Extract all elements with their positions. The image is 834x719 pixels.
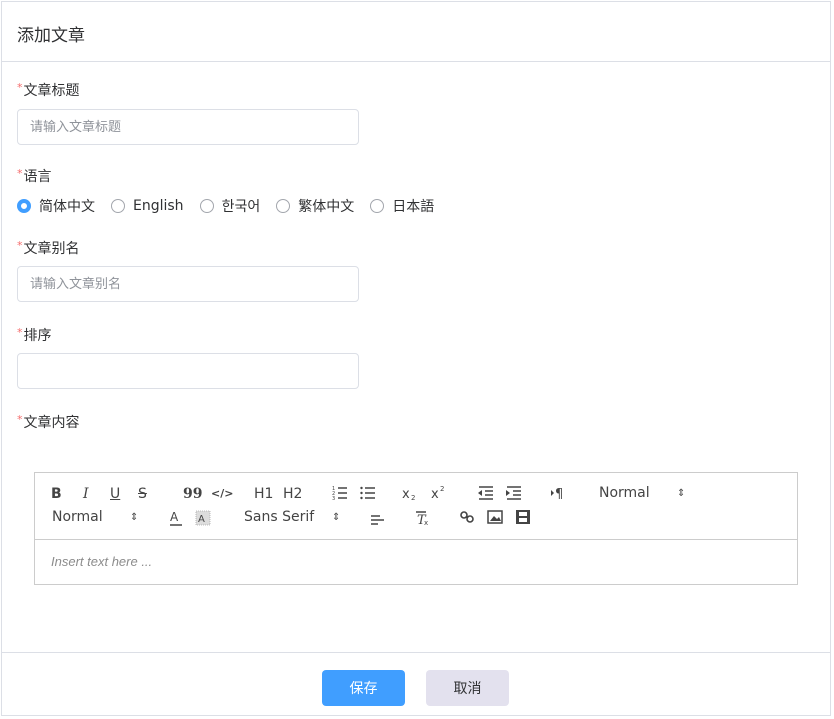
underline-button[interactable]: U	[110, 484, 120, 504]
font-picker[interactable]: Sans Serif	[244, 507, 314, 527]
italic-button[interactable]: I	[83, 484, 89, 504]
svg-text:x: x	[431, 487, 439, 502]
header-2-button[interactable]: H2	[283, 484, 302, 504]
svg-text:A: A	[198, 514, 205, 525]
align-icon[interactable]	[369, 509, 385, 529]
dialog-header: 添加文章	[2, 2, 830, 62]
size-picker[interactable]: Normal	[52, 507, 103, 527]
radio-english[interactable]: English	[111, 198, 184, 214]
radio-unchecked-icon	[276, 199, 291, 213]
text-direction-icon[interactable]: ¶	[549, 485, 567, 505]
dialog-footer: 保存 取消	[2, 652, 830, 715]
outdent-icon[interactable]	[477, 485, 495, 505]
background-color-icon[interactable]: A	[195, 509, 211, 529]
content-label: *文章内容	[17, 413, 80, 431]
required-mark: *	[17, 81, 23, 94]
svg-text:2: 2	[411, 494, 415, 502]
required-mark: *	[17, 239, 23, 252]
required-mark: *	[17, 326, 23, 339]
radio-checked-icon	[17, 199, 31, 213]
title-label: *文章标题	[17, 81, 80, 99]
radio-japanese[interactable]: 日本語	[370, 196, 434, 216]
language-radio-group: 简体中文 English 한국어 繁体中文 日本語	[17, 195, 450, 217]
sort-input[interactable]	[17, 353, 359, 389]
radio-traditional-chinese[interactable]: 繁体中文	[276, 196, 354, 216]
required-mark: *	[17, 413, 23, 426]
alias-label: *文章别名	[17, 239, 80, 257]
strike-button[interactable]: S	[138, 484, 147, 504]
radio-simplified-chinese[interactable]: 简体中文	[17, 196, 95, 216]
code-block-button[interactable]: </>	[211, 484, 233, 504]
superscript-icon[interactable]: x2	[431, 484, 449, 504]
video-icon[interactable]	[515, 509, 531, 529]
add-article-dialog: 添加文章 *文章标题 *语言 简体中文 English 한국어 繁体中文 日本語	[1, 1, 831, 716]
cancel-button[interactable]: 取消	[426, 670, 509, 706]
title-input[interactable]	[17, 109, 359, 145]
svg-text:3: 3	[332, 496, 335, 502]
bold-button[interactable]: B	[51, 484, 62, 504]
svg-text:A: A	[170, 510, 179, 524]
radio-unchecked-icon	[111, 199, 125, 213]
text-color-icon[interactable]: A	[168, 509, 184, 529]
header-picker[interactable]: Normal	[599, 483, 650, 503]
dialog-title: 添加文章	[17, 26, 85, 46]
header-1-button[interactable]: H1	[254, 484, 273, 504]
indent-icon[interactable]	[505, 485, 523, 505]
svg-text:x: x	[424, 519, 428, 527]
rich-text-editor: B I U S 99 </> H1 H2 123 x2 x2 ¶ Normal …	[34, 472, 798, 585]
language-label: *语言	[17, 167, 52, 185]
subscript-icon[interactable]: x2	[402, 484, 420, 504]
bullet-list-icon[interactable]	[359, 484, 377, 504]
save-button[interactable]: 保存	[322, 670, 405, 706]
radio-unchecked-icon	[199, 199, 214, 213]
size-picker-arrow-icon: ⇕	[130, 512, 139, 523]
ordered-list-icon[interactable]: 123	[331, 484, 349, 504]
required-mark: *	[17, 167, 23, 180]
font-picker-arrow-icon: ⇕	[332, 512, 341, 523]
alias-input[interactable]	[17, 266, 359, 302]
blockquote-button[interactable]: 99	[183, 484, 202, 504]
svg-text:¶: ¶	[555, 487, 563, 501]
radio-unchecked-icon	[370, 199, 385, 213]
editor-toolbar: B I U S 99 </> H1 H2 123 x2 x2 ¶ Normal …	[35, 473, 797, 540]
editor-content-area[interactable]: Insert text here ...	[35, 540, 797, 584]
header-picker-arrow-icon: ⇕	[677, 488, 686, 499]
link-icon[interactable]	[459, 509, 475, 529]
clear-format-icon[interactable]: Tx	[413, 509, 431, 529]
svg-text:2: 2	[440, 485, 444, 493]
svg-text:x: x	[402, 487, 410, 502]
image-icon[interactable]	[487, 509, 503, 529]
sort-label: *排序	[17, 326, 52, 344]
radio-korean[interactable]: 한국어	[199, 196, 260, 216]
